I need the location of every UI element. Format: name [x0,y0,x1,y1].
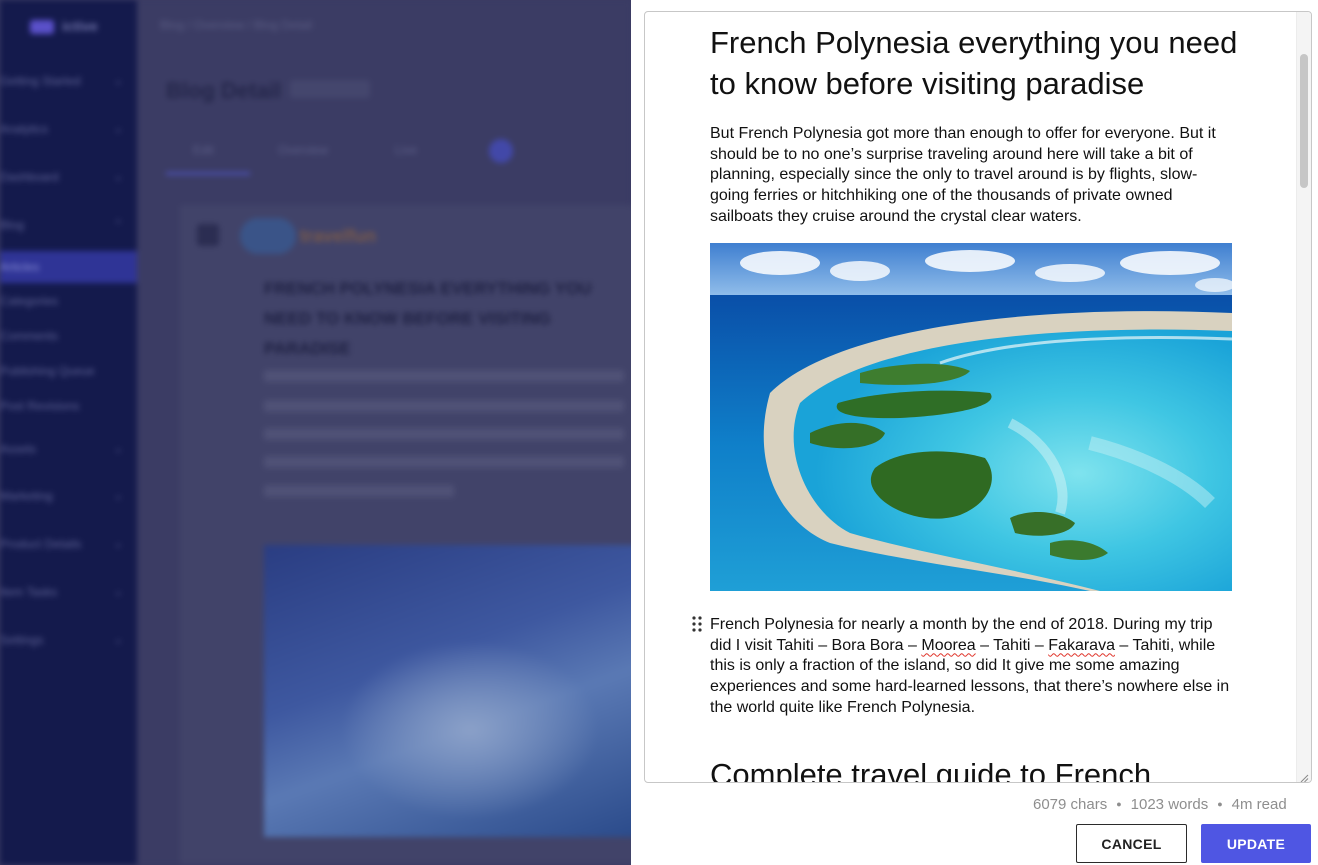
text-line [264,428,624,440]
cancel-button[interactable]: CANCEL [1076,824,1187,863]
rich-text-editor[interactable]: French Polynesia everything you need to … [644,11,1312,783]
text-line [264,485,454,497]
document-stats: 6079 chars ● 1023 words ● 4m read [1033,796,1287,813]
sidebar-item-articles[interactable]: Articles [0,251,137,283]
intro-paragraph[interactable]: But French Polynesia got more than enoug… [710,124,1230,228]
sidebar: ictive Getting Started ⌄ Analytics ⌄ Dashb… [0,0,137,865]
misspelled-word[interactable]: Moorea [921,637,975,654]
sidebar-item-dashboard[interactable]: Dashboard ⌄ [0,168,137,188]
brand-logo [240,218,296,254]
article-preview-image-highlight [340,640,600,820]
sidebar-item-label: Categories [0,294,59,308]
word-count: 1023 words [1130,796,1209,813]
chevron-down-icon: ⌄ [113,443,123,455]
body-paragraph[interactable]: French Polynesia for nearly a month by t… [710,615,1230,719]
breadcrumb: Blog / Overview / Blog Detail [160,18,313,32]
sidebar-item-post-revisions[interactable]: Post Revisions [0,397,137,417]
resize-grip-icon [1300,774,1309,782]
separator-dot-icon: ● [1217,799,1223,809]
logo-text: ictive [62,18,98,34]
page-title: Blog Detail [166,78,281,103]
scrollbar-thumb[interactable] [1300,54,1308,188]
paragraph-text: – Tahiti – [975,636,1049,654]
chevron-down-icon: ⌄ [113,75,123,87]
section-heading[interactable]: Complete travel guide to French [710,754,1240,782]
grip-dots-icon [692,616,702,632]
tab-edit[interactable]: Edit [193,143,214,157]
sidebar-item-label: Comments [0,329,59,343]
chevron-down-icon: ⌄ [113,634,123,646]
sidebar-item-item-tasks[interactable]: Item Tasks ⌄ [0,583,137,603]
sidebar-item-label: Product Details [0,537,82,551]
sidebar-item-product-details[interactable]: Product Details ⌄ [0,535,137,555]
sidebar-item-marketing[interactable]: Marketing ⌄ [0,487,137,507]
sidebar-item-comments[interactable]: Comments [0,327,137,347]
editor-scrollbar[interactable] [1296,12,1311,782]
sidebar-item-label: Marketing [0,489,53,503]
sidebar-item-label: Settings [0,633,44,647]
brand-name: travelfun [300,226,377,246]
text-line [264,400,624,412]
sidebar-item-label: Assets [0,442,37,456]
background-app: ictive Getting Started ⌄ Analytics ⌄ Dashb… [0,0,631,865]
tab-count-badge [489,139,513,163]
tab-live[interactable]: Live [395,143,417,157]
read-time: 4m read [1231,796,1287,813]
text-line [264,370,624,382]
sidebar-item-label: Articles [0,260,40,274]
sidebar-item-getting-started[interactable]: Getting Started ⌄ [0,72,137,92]
chevron-down-icon: ⌄ [113,171,123,183]
sidebar-item-label: Post Revisions [0,399,80,413]
sidebar-item-label: Publishing Queue [0,364,95,378]
active-tab-indicator [166,172,250,175]
hero-image[interactable] [710,243,1232,591]
misspelled-word[interactable]: Fakarava [1048,637,1115,654]
drag-icon[interactable] [197,224,219,246]
sidebar-item-label: Getting Started [0,74,81,88]
update-button[interactable]: UPDATE [1201,824,1311,863]
chevron-up-icon: ⌃ [113,219,123,231]
tab-overview[interactable]: Overview [278,143,328,157]
sidebar-item-settings[interactable]: Settings ⌄ [0,631,137,651]
logo-mark-icon [30,20,54,34]
article-title[interactable]: French Polynesia everything you need to … [710,22,1240,104]
sidebar-item-analytics[interactable]: Analytics ⌄ [0,120,137,140]
atoll-aerial-photo [710,243,1232,591]
status-badge [290,80,370,98]
sidebar-item-label: Blog [0,218,25,232]
separator-dot-icon: ● [1116,799,1122,809]
app-logo: ictive [30,18,120,36]
sidebar-item-label: Analytics [0,122,49,136]
chevron-down-icon: ⌄ [113,586,123,598]
drag-handle-icon[interactable] [691,615,703,633]
sidebar-item-assets[interactable]: Assets ⌄ [0,440,137,460]
sidebar-item-publishing-queue[interactable]: Publishing Queue [0,362,137,382]
sidebar-item-label: Item Tasks [0,585,58,599]
sidebar-item-categories[interactable]: Categories [0,292,137,312]
resize-handle-icon[interactable] [1299,770,1309,782]
sidebar-item-label: Dashboard [0,170,59,184]
chevron-down-icon: ⌄ [113,490,123,502]
char-count: 6079 chars [1033,796,1108,813]
sidebar-item-blog[interactable]: Blog ⌃ [0,216,137,236]
chevron-down-icon: ⌄ [113,123,123,135]
text-line [264,456,624,468]
article-preview-heading: FRENCH POLYNESIA EVERYTHING YOU NEED TO … [264,279,592,358]
chevron-down-icon: ⌄ [113,538,123,550]
